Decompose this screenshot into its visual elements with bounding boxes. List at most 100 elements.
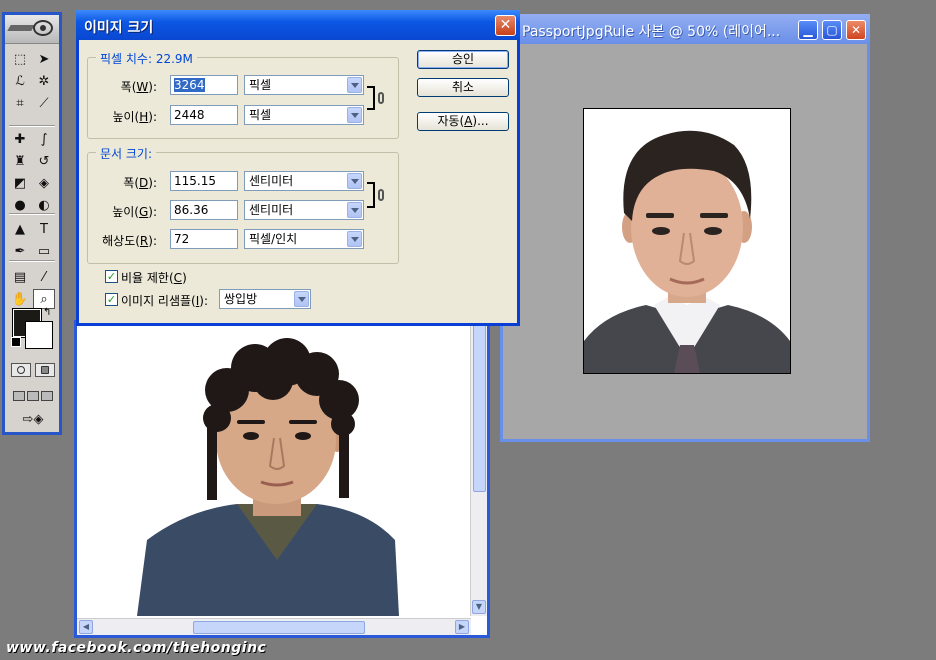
background-color-swatch[interactable] [25,321,53,349]
lasso-tool-icon[interactable]: ℒ [9,71,31,91]
chain-link-icon [378,92,384,104]
constrain-proportions-label: 비율 제한(C) [121,271,187,285]
eyedropper-tool-icon[interactable]: ⁄ [33,267,55,287]
zoom-tool-icon[interactable]: ⌕ [33,289,55,309]
passport-portrait-image [584,109,790,373]
standard-screen-mode-button[interactable] [13,391,25,401]
doc-height-input[interactable]: 86.36 [170,200,238,220]
crop-tool-icon[interactable]: ⌗ [9,93,31,113]
eraser-tool-icon[interactable]: ◩ [9,173,31,193]
scroll-left-arrow-icon[interactable]: ◀ [79,620,93,634]
resample-image-checkbox[interactable]: ✓ [105,293,118,306]
doc-height-unit-select[interactable]: 센티미터 [244,200,364,220]
maximize-icon: ▢ [826,23,838,37]
pixel-dimensions-group: 픽셀 치수: 22.9M [87,50,399,139]
close-icon: ✕ [850,23,862,37]
doc-height-label: 높이(G): [112,205,157,219]
chevron-down-icon [347,231,362,247]
original-photo-window: ▼ ◀ ▶ [74,320,490,638]
scroll-right-arrow-icon[interactable]: ▶ [455,620,469,634]
pixel-height-unit-select[interactable]: 픽셀 [244,105,364,125]
swap-colors-icon[interactable]: ↰ [43,307,51,318]
tool-divider [9,213,55,215]
watermark-text: www.facebook.com/thehonginc [6,640,267,656]
chain-link-icon [378,189,384,201]
standard-mode-button[interactable] [11,363,31,377]
passport-photo-canvas[interactable] [583,108,791,374]
dialog-title-bar[interactable]: 이미지 크기 ✕ [76,10,520,40]
clone-stamp-tool-icon[interactable]: ♜ [9,151,31,171]
passport-document-window: PassportJpgRule 사본 @ 50% (레이어... ▁ ▢ ✕ [500,14,870,442]
chevron-down-icon [347,202,362,218]
minimize-button[interactable]: ▁ [798,20,818,40]
default-colors-icon[interactable] [11,337,21,347]
scroll-down-arrow-icon[interactable]: ▼ [472,600,486,614]
eye-icon [33,20,53,36]
full-screen-mode-button[interactable] [41,391,53,401]
vertical-scrollbar[interactable]: ▼ [470,320,487,616]
pen-tool-icon[interactable]: ✒ [9,241,31,261]
notes-tool-icon[interactable]: ▤ [9,267,31,287]
history-brush-tool-icon[interactable]: ↺ [33,151,55,171]
slice-tool-icon[interactable]: ⟋ [33,93,55,113]
pixel-width-unit-select[interactable]: 픽셀 [244,75,364,95]
dialog-close-button[interactable]: ✕ [495,15,516,36]
pixel-height-label: 높이(H): [112,110,157,124]
marquee-tool-icon[interactable]: ⬚ [9,49,31,69]
doc-width-input[interactable]: 115.15 [170,171,238,191]
maximize-button[interactable]: ▢ [822,20,842,40]
chevron-down-icon [347,77,362,93]
ok-button[interactable]: 승인 [417,50,509,69]
pixel-width-input[interactable]: 3264 [170,75,238,95]
hand-tool-icon[interactable]: ✋ [9,289,31,309]
document-size-label: 문서 크기: [96,145,157,162]
chevron-down-icon [347,173,362,189]
full-screen-menu-mode-button[interactable] [27,391,39,401]
original-portrait-image[interactable] [77,320,471,616]
chevron-down-icon [347,107,362,123]
shape-tool-icon[interactable]: ▭ [33,241,55,261]
doc-width-label: 폭(D): [123,176,157,190]
constrain-proportions-checkbox[interactable]: ✓ [105,270,118,283]
dodge-tool-icon[interactable]: ◐ [33,195,55,215]
resolution-unit-select[interactable]: 픽셀/인치 [244,229,364,249]
tool-divider [9,125,55,127]
move-tool-icon[interactable]: ➤ [33,49,55,69]
pixel-width-label: 폭(W): [120,80,157,94]
auto-button[interactable]: 자동(A)... [417,112,509,131]
resample-method-select[interactable]: 쌍입방 [219,289,311,309]
quick-mask-mode-button[interactable] [35,363,55,377]
doc-link-bracket [367,182,375,208]
tool-divider [9,260,55,262]
close-button[interactable]: ✕ [846,20,866,40]
resolution-label: 해상도(R): [102,234,157,248]
dialog-title: 이미지 크기 [84,20,154,36]
horizontal-scroll-thumb[interactable] [193,621,365,634]
resolution-input[interactable]: 72 [170,229,238,249]
type-tool-icon[interactable]: T [33,219,55,239]
pixel-link-bracket [367,86,375,110]
passport-window-title-bar[interactable]: PassportJpgRule 사본 @ 50% (레이어... ▁ ▢ ✕ [500,14,870,44]
photoshop-logo[interactable] [5,15,59,44]
chevron-down-icon [294,291,309,307]
magic-wand-tool-icon[interactable]: ✲ [33,71,55,91]
vertical-scroll-thumb[interactable] [473,324,486,492]
feather-icon [7,25,35,31]
minimize-icon: ▁ [803,23,813,37]
pixel-dimensions-label: 픽셀 치수: 22.9M [96,50,197,67]
brush-tool-icon[interactable]: ∫ [33,129,55,149]
passport-window-title: PassportJpgRule 사본 @ 50% (레이어... [522,24,781,40]
blur-tool-icon[interactable]: ● [9,195,31,215]
paint-bucket-tool-icon[interactable]: ◈ [33,173,55,193]
resample-image-label: 이미지 리샘플(I): [121,294,209,308]
jump-to-imageready-icon[interactable]: ⇨◈ [11,409,55,429]
horizontal-scrollbar[interactable]: ◀ ▶ [77,618,471,635]
tools-palette: ⬚ ➤ ℒ ✲ ⌗ ⟋ ✚ ∫ ♜ ↺ ◩ ◈ ● ◐ ▲ T ✒ ▭ ▤ ⁄ ✋ ⌕ ↰ ⇨◈ [2,12,62,435]
cancel-button[interactable]: 취소 [417,78,509,97]
close-icon: ✕ [499,17,512,33]
pixel-height-input[interactable]: 2448 [170,105,238,125]
healing-brush-tool-icon[interactable]: ✚ [9,129,31,149]
image-size-dialog: 이미지 크기 ✕ 픽셀 치수: 22.9M 폭(W): 3264 픽셀 높이(H… [76,10,520,326]
path-selection-tool-icon[interactable]: ▲ [9,219,31,239]
doc-width-unit-select[interactable]: 센티미터 [244,171,364,191]
